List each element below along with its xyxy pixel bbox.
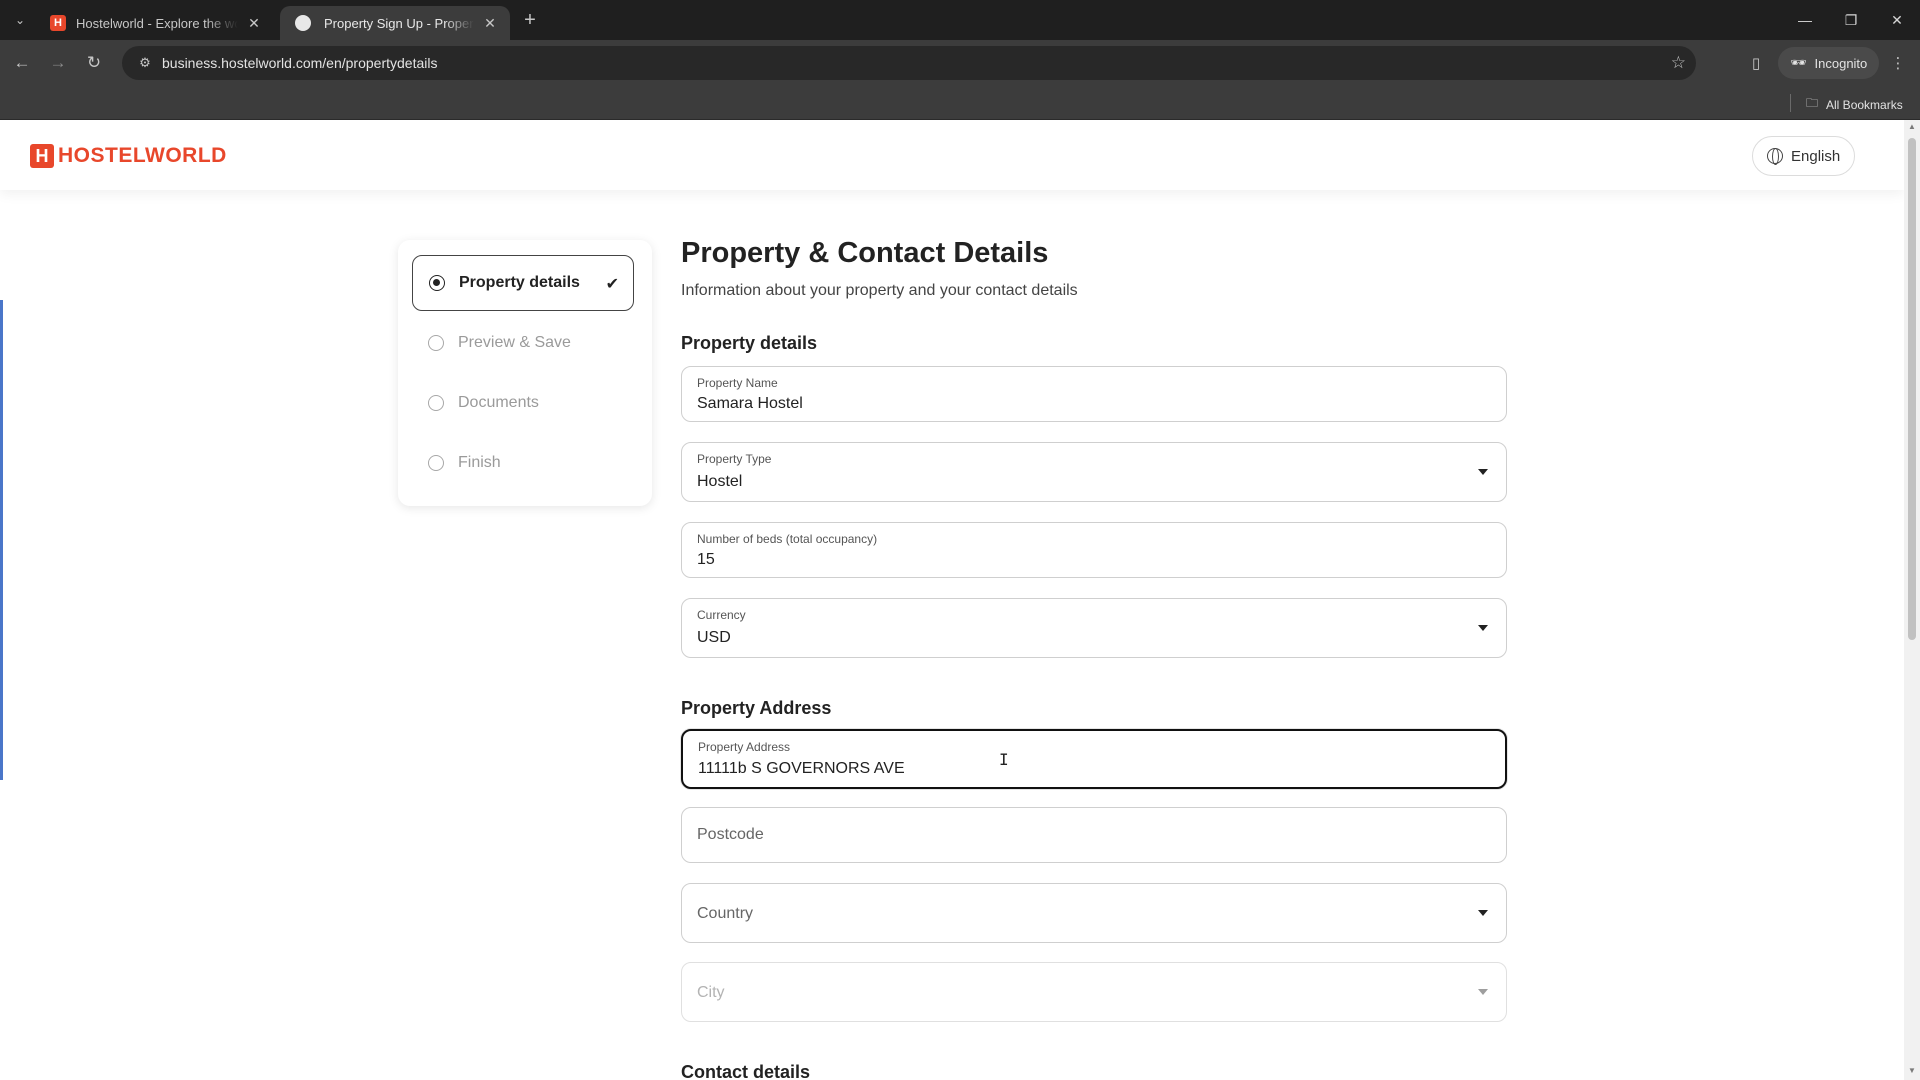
dropdown-caret-icon: [1478, 910, 1488, 916]
loading-dot-favicon-icon: [295, 15, 311, 31]
folder-icon: 🗀: [1806, 96, 1819, 110]
hostelworld-logo-icon: H: [30, 144, 54, 168]
url-text: business.hostelworld.com/en/propertydeta…: [162, 55, 438, 71]
field-value: Hostel: [697, 473, 743, 490]
tab-close-icon[interactable]: ✕: [482, 15, 498, 32]
page-title: Property & Contact Details: [681, 237, 1049, 269]
left-accent-bar: [0, 300, 3, 780]
step-radio-icon: [429, 275, 445, 291]
step-radio-icon: [428, 335, 444, 351]
section-heading-property-address: Property Address: [681, 698, 832, 718]
browser-toolbar: ← → ↻ ⚙ business.hostelworld.com/en/prop…: [0, 40, 1920, 86]
property-name-field[interactable]: Property Name Samara Hostel: [681, 366, 1507, 422]
incognito-icon: 🕶: [1790, 55, 1807, 70]
incognito-badge[interactable]: 🕶 Incognito: [1778, 47, 1880, 79]
step-radio-icon: [428, 455, 444, 471]
bookmark-star-icon[interactable]: ☆: [1671, 53, 1686, 73]
scroll-up-arrow-icon[interactable]: ▲: [1907, 122, 1917, 132]
page-content: H HOSTELWORLD English Property details ✔…: [0, 120, 1904, 1080]
browser-tab-hostelworld[interactable]: H Hostelworld - Explore the world ✕: [38, 6, 274, 40]
bookmarks-bar: 🗀 All Bookmarks: [0, 86, 1920, 120]
step-label: Preview & Save: [458, 334, 571, 351]
step-radio-icon: [428, 395, 444, 411]
reload-icon[interactable]: ↻: [80, 49, 108, 77]
step-property-details[interactable]: Property details ✔: [412, 255, 634, 311]
property-address-input[interactable]: Property Address 11111b S GOVERNORS AVE: [681, 729, 1507, 789]
all-bookmarks-label: All Bookmarks: [1826, 97, 1903, 112]
new-tab-plus-icon[interactable]: +: [518, 8, 542, 32]
number-of-beds-field[interactable]: Number of beds (total occupancy) 15: [681, 522, 1507, 578]
scroll-down-arrow-icon[interactable]: ▼: [1907, 1066, 1917, 1076]
field-label: Property Type: [697, 452, 772, 466]
field-value: Samara Hostel: [697, 395, 803, 412]
incognito-label: Incognito: [1814, 55, 1868, 71]
browser-menu-icon[interactable]: ⋮: [1886, 49, 1910, 77]
site-header: H HOSTELWORLD English: [0, 120, 1904, 190]
field-label: Number of beds (total occupancy): [697, 532, 878, 546]
forward-arrow-icon[interactable]: →: [44, 49, 72, 77]
tab-close-icon[interactable]: ✕: [246, 15, 262, 32]
text-cursor-icon: I: [999, 750, 1009, 769]
all-bookmarks-button[interactable]: 🗀 All Bookmarks: [1806, 94, 1903, 115]
close-window-icon[interactable]: ✕: [1874, 0, 1920, 40]
scrollbar-thumb[interactable]: [1908, 138, 1916, 640]
step-label: Property details: [459, 274, 580, 291]
postcode-input[interactable]: Postcode: [681, 807, 1507, 863]
tab-title: Hostelworld - Explore the world: [76, 15, 238, 31]
hostelworld-favicon-icon: H: [50, 15, 66, 31]
step-label: Documents: [458, 394, 539, 411]
field-label: Property Address: [698, 740, 791, 754]
logo-text: HOSTELWORLD: [58, 144, 227, 167]
field-value: USD: [697, 629, 731, 646]
country-select[interactable]: Country: [681, 883, 1507, 943]
back-arrow-icon[interactable]: ←: [8, 49, 36, 77]
minimize-icon[interactable]: —: [1782, 0, 1828, 40]
field-label: Property Name: [697, 376, 778, 390]
language-selector-button[interactable]: English: [1752, 136, 1856, 176]
side-panel-icon[interactable]: ▯: [1742, 49, 1770, 77]
field-value: 15: [697, 551, 715, 568]
step-finish[interactable]: Finish: [412, 435, 634, 491]
language-label: English: [1791, 147, 1841, 165]
section-heading-property-details: Property details: [681, 333, 818, 353]
step-preview-save[interactable]: Preview & Save: [412, 315, 634, 371]
field-placeholder: Country: [697, 905, 754, 922]
globe-icon: [1767, 148, 1783, 165]
site-info-icon[interactable]: ⚙: [128, 55, 162, 71]
dropdown-caret-icon: [1478, 989, 1488, 995]
page-subtitle: Information about your property and your…: [681, 282, 1078, 299]
field-placeholder: Postcode: [697, 826, 764, 843]
dropdown-caret-icon: [1478, 469, 1488, 475]
field-placeholder: City: [697, 984, 725, 1001]
field-label: Currency: [697, 608, 746, 622]
restore-window-icon[interactable]: ❐: [1828, 0, 1874, 40]
page-scrollbar[interactable]: ▲ ▼: [1904, 120, 1920, 1080]
step-label: Finish: [458, 454, 501, 471]
step-documents[interactable]: Documents: [412, 375, 634, 431]
browser-tab-property-signup[interactable]: Property Sign Up - Property and ✕: [280, 6, 510, 40]
bookmarks-divider: [1790, 94, 1791, 112]
address-bar[interactable]: ⚙ business.hostelworld.com/en/propertyde…: [122, 46, 1696, 80]
property-type-select[interactable]: Property Type Hostel: [681, 442, 1507, 502]
tab-title: Property Sign Up - Property and: [324, 15, 474, 31]
city-select: City: [681, 962, 1507, 1022]
browser-tab-bar: ⌄ H Hostelworld - Explore the world ✕ Pr…: [0, 0, 1920, 40]
field-value: 11111b S GOVERNORS AVE: [698, 760, 905, 777]
dropdown-caret-icon: [1478, 625, 1488, 631]
tab-search-chevron-icon[interactable]: ⌄: [6, 8, 34, 32]
checkmark-icon: ✔: [605, 276, 619, 293]
hostelworld-logo[interactable]: H HOSTELWORLD: [30, 144, 227, 168]
currency-select[interactable]: Currency USD: [681, 598, 1507, 658]
signup-stepper: Property details ✔ Preview & Save Docume…: [398, 240, 652, 506]
section-heading-contact-details: Contact details: [681, 1062, 811, 1080]
